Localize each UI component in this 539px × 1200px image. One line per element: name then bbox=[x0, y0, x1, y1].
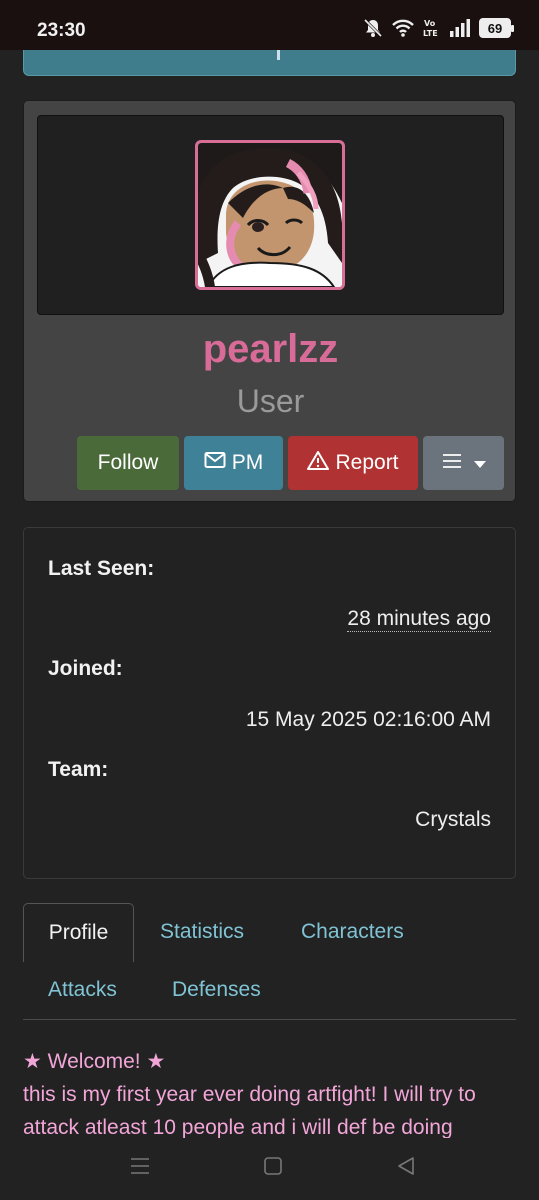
team-value: Crystals bbox=[415, 808, 491, 831]
status-time: 23:30 bbox=[37, 20, 86, 41]
envelope-icon bbox=[204, 451, 226, 475]
team-label: Team: bbox=[48, 758, 109, 781]
hamburger-icon bbox=[442, 451, 462, 475]
tab-statistics[interactable]: Statistics bbox=[160, 920, 244, 944]
user-role: User bbox=[236, 383, 305, 419]
wifi-icon bbox=[391, 18, 415, 38]
follow-button[interactable]: Follow bbox=[77, 436, 179, 490]
profile-bio: ★ Welcome! ★ this is my first year ever … bbox=[23, 1045, 516, 1144]
home-icon[interactable] bbox=[263, 1156, 283, 1181]
tab-profile-label: Profile bbox=[48, 921, 109, 944]
svg-text:LTE: LTE bbox=[423, 29, 438, 38]
svg-text:Vo: Vo bbox=[424, 19, 436, 28]
pm-button[interactable]: PM bbox=[184, 436, 283, 490]
status-bar: 23:30 Vo LTE 69 bbox=[0, 0, 539, 50]
signal-icon bbox=[449, 19, 471, 37]
tab-divider bbox=[23, 1019, 516, 1020]
follow-label: Follow bbox=[97, 451, 159, 474]
avatar-container bbox=[37, 115, 504, 315]
warning-icon bbox=[307, 450, 330, 476]
tab-defenses[interactable]: Defenses bbox=[172, 978, 261, 1002]
report-label: Report bbox=[335, 451, 399, 474]
banner-glyph bbox=[277, 50, 280, 60]
report-button[interactable]: Report bbox=[288, 436, 418, 490]
last-seen-label: Last Seen: bbox=[48, 557, 155, 580]
avatar[interactable] bbox=[195, 140, 345, 290]
username: pearlzz bbox=[202, 327, 339, 371]
tab-profile[interactable]: Profile bbox=[23, 903, 134, 962]
back-icon[interactable] bbox=[396, 1156, 416, 1181]
profile-card: pearlzz User Follow PM Report bbox=[23, 100, 516, 502]
last-seen-value[interactable]: 28 minutes ago bbox=[347, 607, 491, 632]
caret-down-icon bbox=[473, 451, 486, 475]
avatar-image bbox=[198, 143, 342, 287]
tab-attacks[interactable]: Attacks bbox=[48, 978, 117, 1002]
volte-icon: Vo LTE bbox=[423, 18, 441, 38]
bio-line: ★ Welcome! ★ bbox=[23, 1050, 166, 1073]
system-nav-bar bbox=[0, 1138, 539, 1200]
pm-label: PM bbox=[231, 451, 264, 474]
tab-characters[interactable]: Characters bbox=[301, 920, 404, 944]
joined-value: 15 May 2025 02:16:00 AM bbox=[245, 708, 491, 731]
status-icons: Vo LTE 69 bbox=[363, 18, 514, 38]
bell-muted-icon bbox=[363, 18, 383, 38]
joined-label: Joined: bbox=[48, 657, 123, 680]
user-info-card: Last Seen: 28 minutes ago Joined: 15 May… bbox=[23, 527, 516, 879]
more-menu-button[interactable] bbox=[423, 436, 504, 490]
bio-line: this is my first year ever doing artfigh… bbox=[23, 1083, 476, 1106]
recent-apps-icon[interactable] bbox=[130, 1156, 150, 1181]
battery-icon: 69 bbox=[479, 18, 514, 38]
top-banner-button[interactable] bbox=[23, 50, 516, 76]
